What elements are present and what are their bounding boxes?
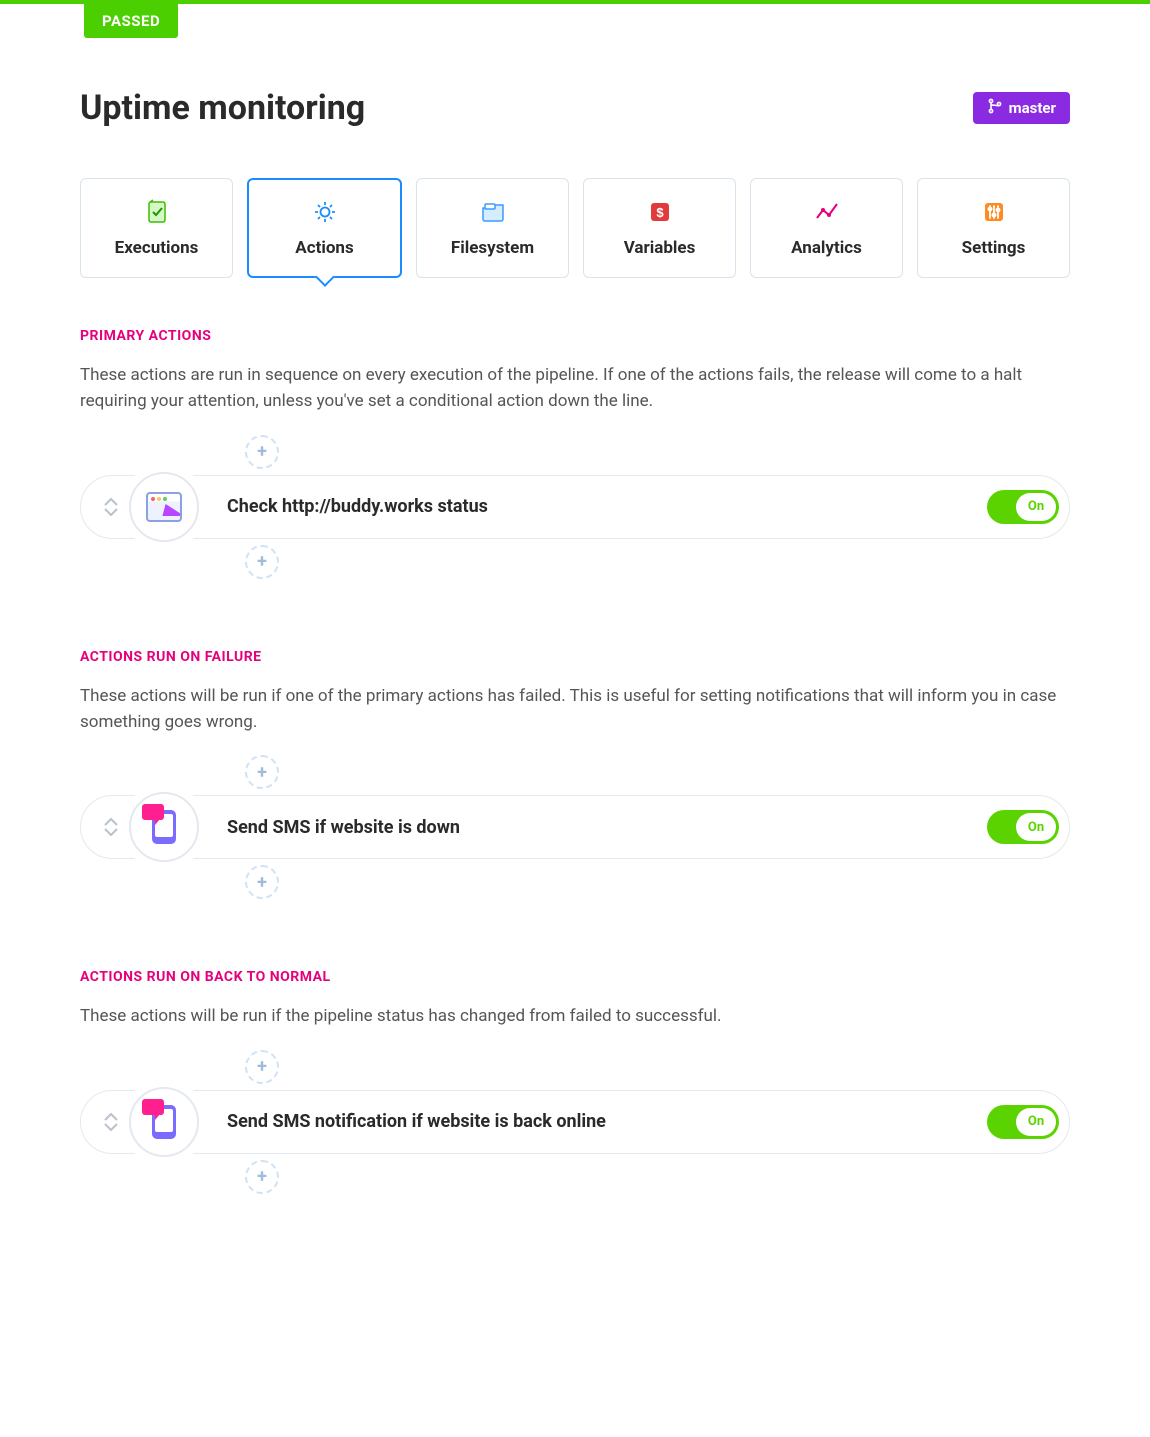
section-desc-primary: These actions are run in sequence on eve… — [80, 362, 1070, 415]
action-gear — [129, 472, 199, 542]
action-row-sms-back-online[interactable]: Send SMS notification if website is back… — [80, 1090, 1070, 1154]
tab-label: Filesystem — [451, 238, 534, 258]
tab-filesystem[interactable]: Filesystem — [416, 178, 569, 278]
tab-actions[interactable]: Actions — [247, 178, 402, 278]
tab-executions[interactable]: Executions — [80, 178, 233, 278]
plus-icon: + — [257, 1056, 267, 1077]
tab-variables[interactable]: $ Variables — [583, 178, 736, 278]
plus-icon: + — [257, 441, 267, 462]
action-row-check-status[interactable]: Check http://buddy.works status On — [80, 475, 1070, 539]
plus-icon: + — [257, 1166, 267, 1187]
tab-label: Variables — [624, 238, 696, 258]
tab-label: Actions — [295, 238, 353, 258]
add-action-after-button[interactable]: + — [245, 545, 279, 579]
toggle-label: On — [1016, 1108, 1056, 1136]
branch-icon — [987, 98, 1003, 118]
page-title: Uptime monitoring — [80, 88, 365, 128]
toggle-label: On — [1016, 493, 1056, 521]
plus-icon: + — [257, 872, 267, 893]
action-toggle[interactable]: On — [987, 810, 1059, 844]
tab-label: Executions — [115, 238, 199, 258]
section-heading-primary: PRIMARY ACTIONS — [80, 328, 1070, 344]
analytics-icon — [813, 198, 841, 226]
action-title: Send SMS notification if website is back… — [227, 1111, 987, 1132]
section-desc-backnormal: These actions will be run if the pipelin… — [80, 1003, 1070, 1029]
action-gear — [129, 1087, 199, 1157]
action-title: Check http://buddy.works status — [227, 496, 987, 517]
branch-label: master — [1009, 99, 1056, 117]
tab-settings[interactable]: Settings — [917, 178, 1070, 278]
actions-icon — [311, 198, 339, 226]
sms-phone-icon — [145, 808, 183, 846]
plus-icon: + — [257, 551, 267, 572]
add-action-before-button[interactable]: + — [245, 755, 279, 789]
tab-label: Settings — [962, 238, 1026, 258]
toggle-label: On — [1016, 813, 1056, 841]
plus-icon: + — [257, 762, 267, 783]
status-badge: PASSED — [84, 4, 178, 38]
action-toggle[interactable]: On — [987, 1105, 1059, 1139]
executions-icon — [143, 198, 171, 226]
svg-text:$: $ — [656, 205, 664, 220]
filesystem-icon — [479, 198, 507, 226]
settings-icon — [980, 198, 1008, 226]
add-action-after-button[interactable]: + — [245, 865, 279, 899]
tabs: Executions Actions Filesystem $ Variable… — [80, 178, 1070, 278]
action-title: Send SMS if website is down — [227, 817, 987, 838]
tab-analytics[interactable]: Analytics — [750, 178, 903, 278]
section-heading-failure: ACTIONS RUN ON FAILURE — [80, 649, 1070, 665]
tab-label: Analytics — [791, 238, 862, 258]
add-action-after-button[interactable]: + — [245, 1160, 279, 1194]
action-row-sms-down[interactable]: Send SMS if website is down On — [80, 795, 1070, 859]
add-action-before-button[interactable]: + — [245, 1050, 279, 1084]
section-heading-backnormal: ACTIONS RUN ON BACK TO NORMAL — [80, 969, 1070, 985]
action-toggle[interactable]: On — [987, 490, 1059, 524]
branch-pill[interactable]: master — [973, 92, 1070, 124]
drag-handle[interactable] — [103, 817, 119, 837]
drag-handle[interactable] — [103, 1112, 119, 1132]
sms-phone-icon — [145, 1103, 183, 1141]
drag-handle[interactable] — [103, 497, 119, 517]
section-desc-failure: These actions will be run if one of the … — [80, 683, 1070, 736]
action-gear — [129, 792, 199, 862]
browser-window-icon — [145, 488, 183, 526]
variables-icon: $ — [646, 198, 674, 226]
add-action-before-button[interactable]: + — [245, 435, 279, 469]
